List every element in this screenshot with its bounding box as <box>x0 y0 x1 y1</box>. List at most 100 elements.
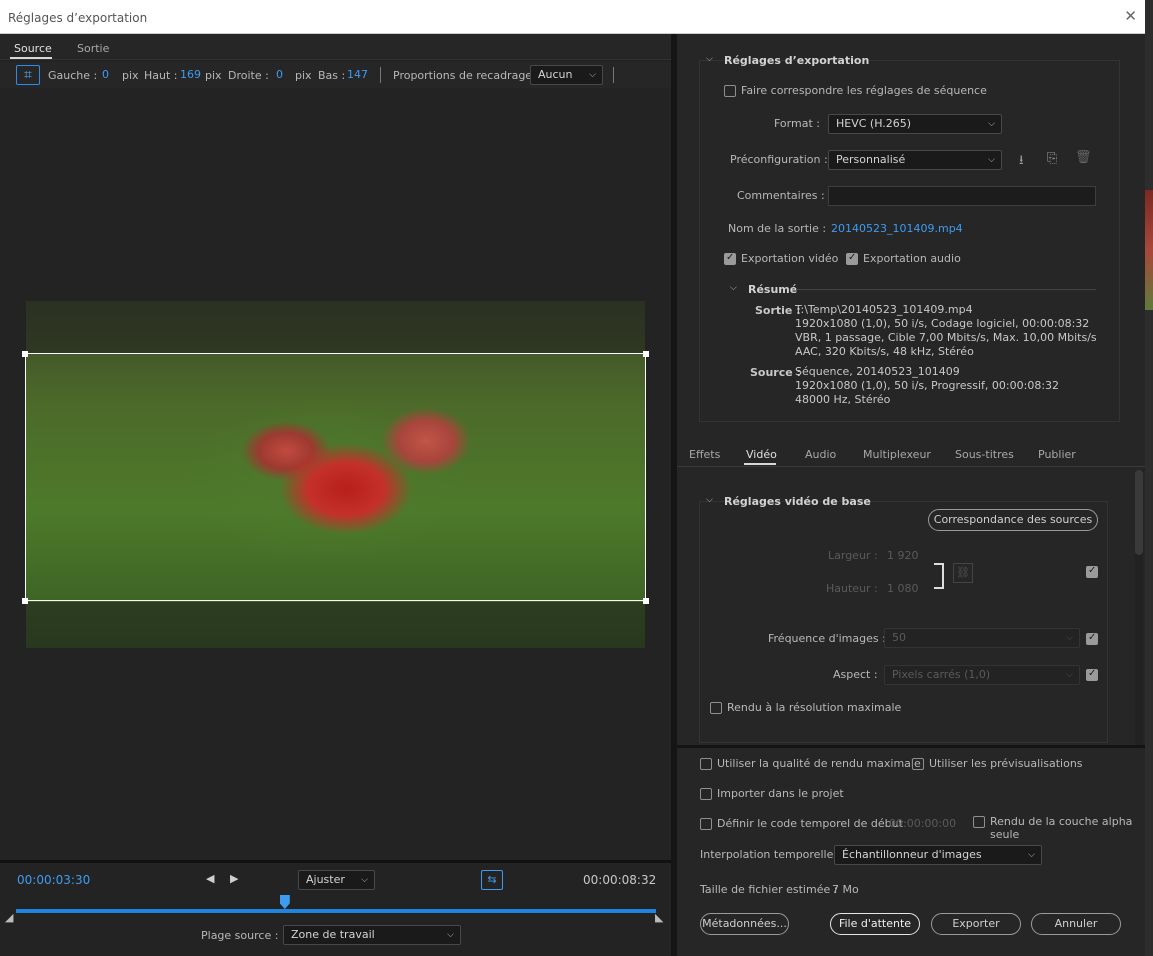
plage-source-value: Zone de travail <box>291 928 375 941</box>
delete-preset-icon[interactable]: 🗑 <box>1075 150 1092 165</box>
width-height-match-checkbox[interactable] <box>1086 565 1098 578</box>
active-tab-underline <box>744 463 776 465</box>
queue-button[interactable]: File d'attente <box>830 913 920 935</box>
current-timecode[interactable]: 00:00:03:30 <box>17 873 90 887</box>
export-audio-checkbox[interactable] <box>846 252 858 265</box>
crop-handle-bl[interactable] <box>22 598 28 604</box>
interpolation-dropdown[interactable]: Échantillonneur d'images ⌵ <box>834 845 1042 865</box>
tab-video[interactable]: Vidéo <box>746 448 777 461</box>
settings-scrollbar[interactable] <box>1135 470 1143 745</box>
tab-multiplexeur[interactable]: Multiplexeur <box>863 448 931 461</box>
tab-source[interactable]: Source <box>14 42 52 55</box>
aspect-dropdown[interactable]: Pixels carrés (1,0) ⌵ <box>884 665 1080 685</box>
export-video-checkbox[interactable] <box>724 252 736 265</box>
crop-handle-tl[interactable] <box>22 351 28 357</box>
aspect-label: Aspect : <box>833 668 878 681</box>
use-previews-label: Utiliser les prévisualisations <box>929 757 1083 770</box>
window-titlebar: Réglages d’exportation ✕ <box>0 0 1145 34</box>
crop-haut-value[interactable]: 169 <box>180 68 201 81</box>
work-area-start-handle[interactable]: ◢ <box>5 911 13 924</box>
start-timecode-value[interactable]: 00:00:00:00 <box>889 817 956 830</box>
comments-input[interactable] <box>828 186 1096 206</box>
max-quality-checkbox[interactable] <box>700 758 712 770</box>
chevron-down-icon: ⌵ <box>447 930 454 940</box>
chevron-down-icon: ⌵ <box>988 155 995 165</box>
plage-source-label: Plage source : <box>201 929 279 942</box>
summary-source-line: Séquence, 20140523_101409 <box>795 365 960 378</box>
mark-out-icon[interactable]: ▶ <box>230 872 238 885</box>
timeline-track[interactable] <box>16 909 656 913</box>
crop-rectangle[interactable] <box>25 353 646 601</box>
aspect-match-checkbox[interactable] <box>1086 668 1098 681</box>
export-button[interactable]: Exporter <box>931 913 1021 935</box>
import-project-checkbox[interactable] <box>700 788 712 800</box>
crop-proportions-dropdown[interactable]: Aucun ⌵ <box>530 65 603 85</box>
cancel-button[interactable]: Annuler <box>1031 913 1121 935</box>
crop-proportions-label: Proportions de recadrage : <box>393 69 540 82</box>
crop-haut-label: Haut : <box>144 69 178 82</box>
crop-droite-value[interactable]: 0 <box>276 68 283 81</box>
plage-source-dropdown[interactable]: Zone de travail ⌵ <box>283 925 461 945</box>
use-previews-checkbox[interactable] <box>912 758 924 770</box>
fps-match-checkbox[interactable] <box>1086 632 1098 645</box>
match-sequence-checkbox[interactable] <box>724 85 736 97</box>
mark-in-icon[interactable]: ◀ <box>206 872 214 885</box>
summary-source-line: 48000 Hz, Stéréo <box>795 393 891 406</box>
summary-output-line: AAC, 320 Kbits/s, 48 kHz, Stéréo <box>795 345 974 358</box>
max-resolution-checkbox[interactable] <box>710 702 722 714</box>
summary-output-label: Sortie : <box>755 304 801 317</box>
fit-value: Ajuster <box>306 873 345 886</box>
tab-sous-titres[interactable]: Sous-titres <box>955 448 1014 461</box>
collapse-caret-icon[interactable]: ⌵ <box>706 54 713 64</box>
fit-dropdown[interactable]: Ajuster ⌵ <box>298 870 375 890</box>
chevron-down-icon: ⌵ <box>361 875 368 885</box>
alpha-only-checkbox[interactable] <box>973 816 985 828</box>
summary-output-line: VBR, 1 passage, Cible 7,00 Mbits/s, Max.… <box>795 331 1097 344</box>
width-value[interactable]: 1 920 <box>887 549 919 562</box>
set-start-timecode-checkbox[interactable] <box>700 818 712 830</box>
tab-publier[interactable]: Publier <box>1038 448 1076 461</box>
settings-tabs: Effets Vidéo Audio Multiplexeur Sous-tit… <box>677 441 1145 467</box>
crop-bas-value[interactable]: 147 <box>347 68 368 81</box>
work-area-end-handle[interactable]: ◣ <box>655 911 663 924</box>
crop-gauche-value[interactable]: 0 <box>102 68 109 81</box>
crop-icon[interactable]: ⌗ <box>16 65 40 85</box>
height-value[interactable]: 1 080 <box>887 582 919 595</box>
summary-header: Résumé <box>748 283 798 296</box>
scrollbar-thumb[interactable] <box>1135 470 1143 555</box>
crop-dim-top <box>26 301 645 353</box>
max-resolution-label: Rendu à la résolution maximale <box>727 701 902 714</box>
match-sources-button[interactable]: Correspondance des sources <box>928 509 1098 531</box>
crop-gauche-label: Gauche : <box>48 69 98 82</box>
aspect-toggle-icon[interactable]: ⇆ <box>481 870 503 890</box>
filesize-value: 7 Mo <box>832 883 859 896</box>
close-icon[interactable]: ✕ <box>1124 7 1137 25</box>
format-dropdown[interactable]: HEVC (H.265) ⌵ <box>828 114 1002 134</box>
format-label: Format : <box>774 117 820 130</box>
tab-sortie[interactable]: Sortie <box>77 42 109 55</box>
duration-timecode: 00:00:08:32 <box>583 873 657 887</box>
video-settings-header: Réglages vidéo de base <box>724 495 871 508</box>
interpolation-label: Interpolation temporelle : <box>700 848 841 861</box>
summary-source-label: Source : <box>750 366 801 379</box>
comments-label: Commentaires : <box>737 189 825 202</box>
summary-source-line: 1920x1080 (1,0), 50 i/s, Progressif, 00:… <box>795 379 1060 392</box>
output-name-link[interactable]: 20140523_101409.mp4 <box>831 222 963 235</box>
width-label: Largeur : <box>828 549 878 562</box>
unlink-icon[interactable]: ⛓ <box>953 563 973 583</box>
tab-audio[interactable]: Audio <box>805 448 836 461</box>
output-name-label: Nom de la sortie : <box>728 222 827 235</box>
metadata-button[interactable]: Métadonnées... <box>700 913 789 935</box>
crop-handle-br[interactable] <box>643 598 649 604</box>
preset-dropdown[interactable]: Personnalisé ⌵ <box>828 150 1002 170</box>
window-title: Réglages d’exportation <box>8 11 148 25</box>
tab-effets[interactable]: Effets <box>689 448 720 461</box>
collapse-caret-icon[interactable]: ⌵ <box>730 283 737 293</box>
save-preset-icon[interactable]: ⭳ <box>1019 151 1024 173</box>
fps-label: Fréquence d'images : <box>768 632 886 645</box>
fps-dropdown[interactable]: 50 ⌵ <box>884 628 1080 648</box>
crop-handle-tr[interactable] <box>643 351 649 357</box>
import-preset-icon[interactable]: ⎘ <box>1047 151 1057 166</box>
match-sequence-label: Faire correspondre les réglages de séque… <box>741 84 987 97</box>
collapse-caret-icon[interactable]: ⌵ <box>706 495 713 505</box>
